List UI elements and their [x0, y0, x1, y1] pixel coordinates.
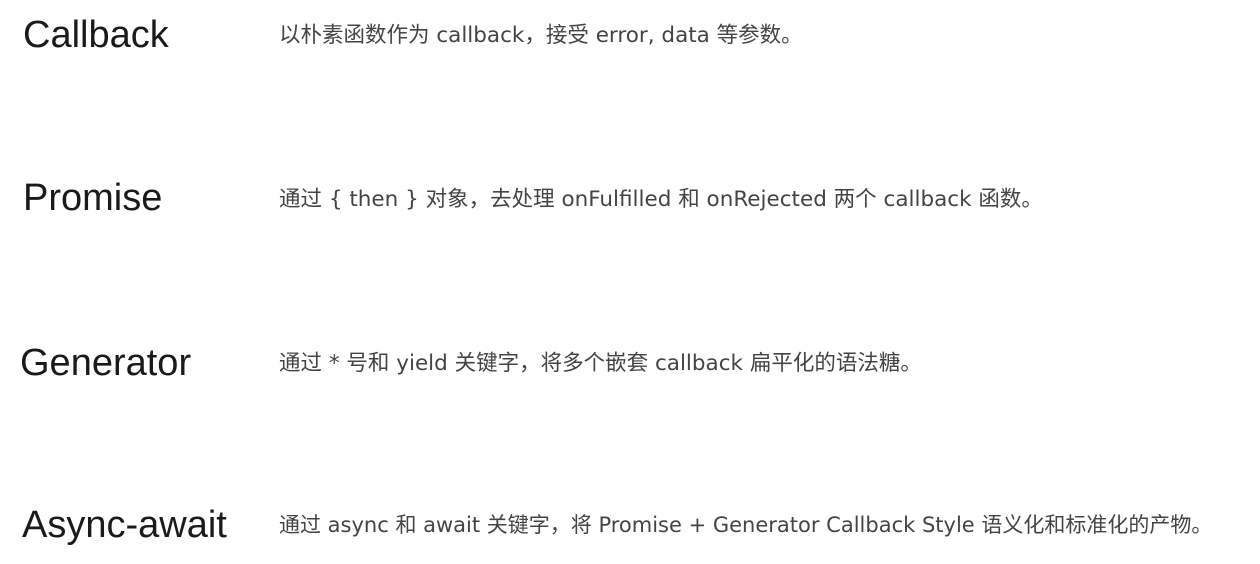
term-label: Generator [20, 342, 192, 384]
term-label: Callback [23, 14, 169, 56]
term-description: 通过 { then } 对象，去处理 onFulfilled 和 onRejec… [279, 187, 1043, 212]
term-description: 通过 async 和 await 关键字，将 Promise + Generat… [279, 513, 1213, 537]
term-label: Promise [23, 177, 163, 219]
term-label: Async-await [22, 504, 227, 546]
term-description: 通过 * 号和 yield 关键字，将多个嵌套 callback 扁平化的语法糖… [279, 351, 922, 376]
definition-row-promise: Promise 通过 { then } 对象，去处理 onFulfilled 和… [0, 177, 1260, 237]
term-description: 以朴素函数作为 callback，接受 error, data 等参数。 [279, 23, 803, 48]
definition-row-callback: Callback 以朴素函数作为 callback，接受 error, data… [0, 14, 1260, 74]
definition-row-generator: Generator 通过 * 号和 yield 关键字，将多个嵌套 callba… [0, 341, 1260, 401]
definition-row-async-await: Async-await 通过 async 和 await 关键字，将 Promi… [0, 504, 1260, 564]
